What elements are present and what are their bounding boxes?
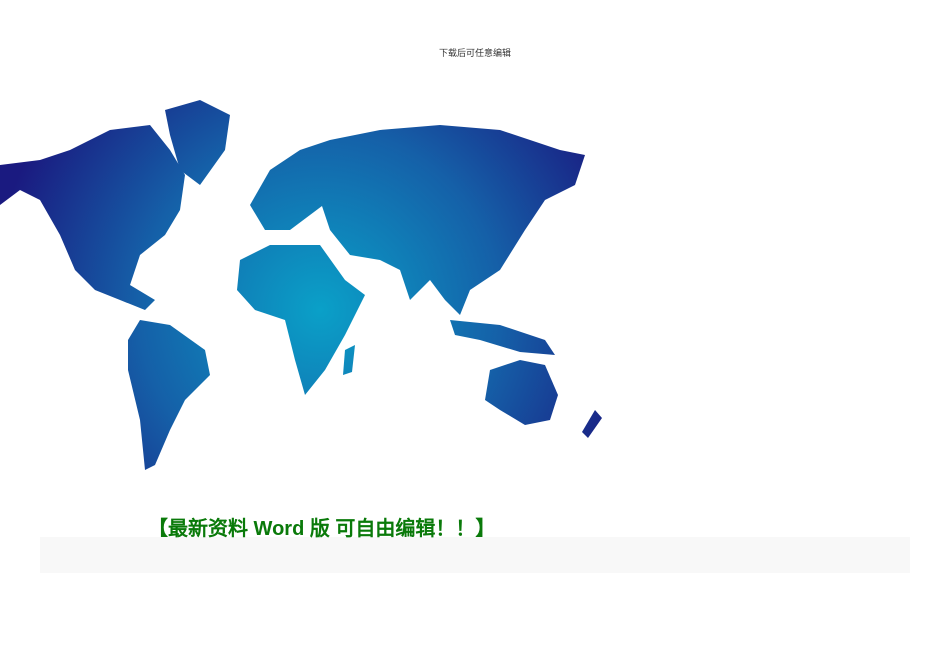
asia bbox=[320, 125, 585, 315]
madagascar bbox=[343, 345, 355, 375]
footer-band bbox=[40, 537, 910, 573]
new-zealand bbox=[582, 410, 602, 438]
indonesia bbox=[450, 320, 555, 355]
north-america bbox=[0, 125, 185, 310]
australia bbox=[485, 360, 558, 425]
south-america bbox=[128, 320, 210, 470]
world-map-image bbox=[0, 100, 602, 470]
page-header: 下载后可任意编辑 bbox=[438, 49, 511, 59]
promo-banner: 【最新资料 Word 版 可自由编辑！！】 bbox=[148, 518, 496, 540]
